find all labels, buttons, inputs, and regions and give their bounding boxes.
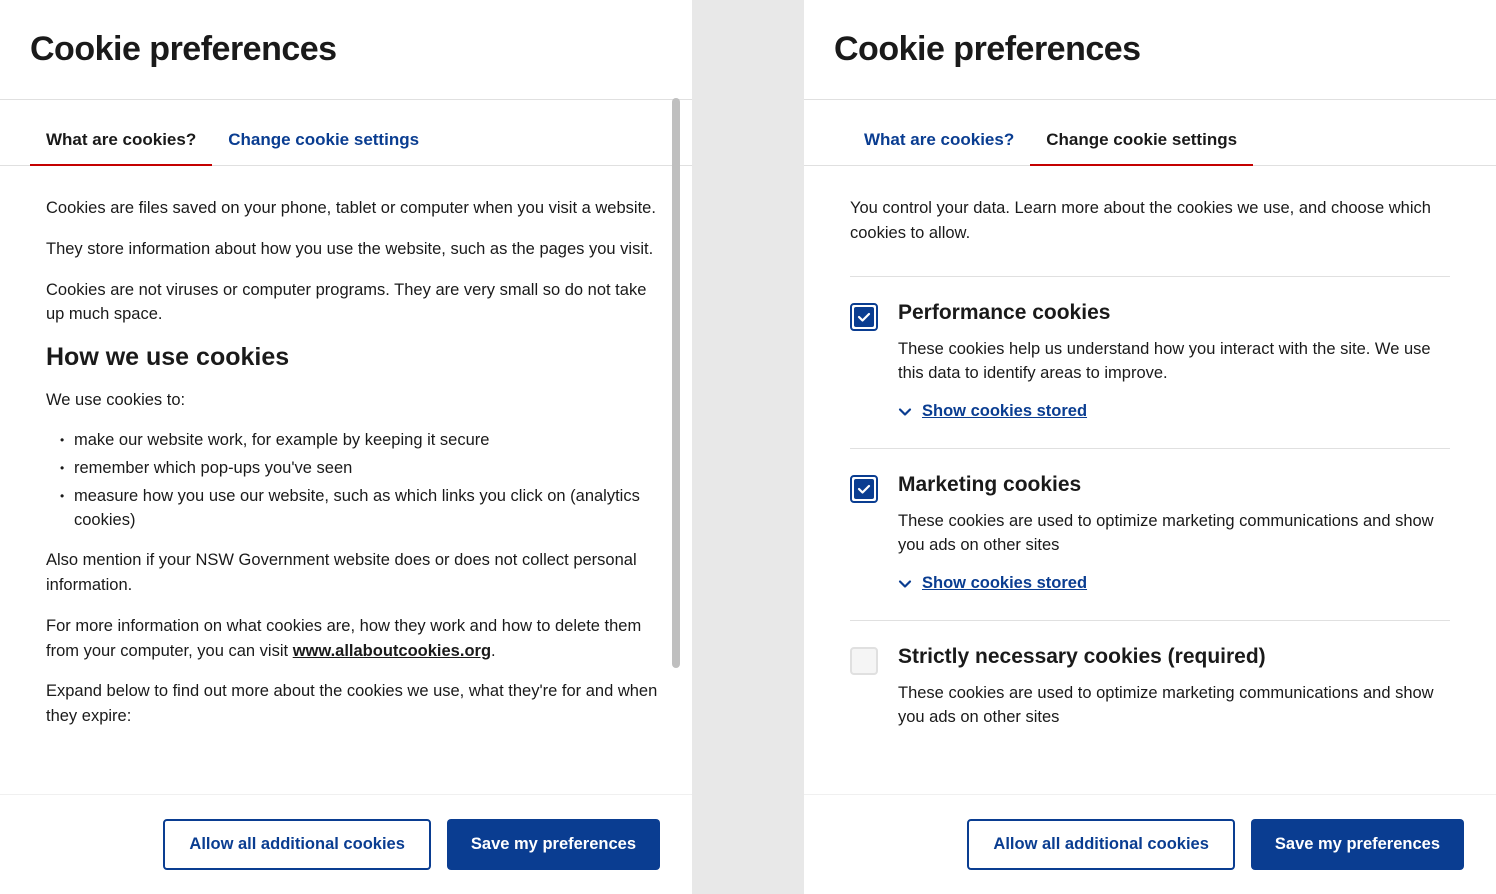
show-cookies-link[interactable]: Show cookies stored bbox=[898, 574, 1087, 593]
paragraph: We use cookies to: bbox=[46, 388, 660, 413]
intro-text: You control your data. Learn more about … bbox=[850, 196, 1450, 246]
panel-title: Cookie preferences bbox=[834, 30, 1466, 69]
scrollbar-thumb[interactable] bbox=[672, 98, 680, 668]
panel-body: You control your data. Learn more about … bbox=[804, 166, 1496, 794]
allow-all-button[interactable]: Allow all additional cookies bbox=[967, 819, 1234, 870]
tab-change-settings[interactable]: Change cookie settings bbox=[1030, 130, 1253, 166]
checkmark-icon bbox=[857, 310, 871, 324]
checkbox-wrap bbox=[850, 301, 878, 424]
tabs: What are cookies? Change cookie settings bbox=[0, 130, 692, 166]
tab-change-settings[interactable]: Change cookie settings bbox=[212, 130, 435, 166]
panel-body[interactable]: Cookies are files saved on your phone, t… bbox=[0, 166, 692, 794]
show-cookies-text: Show cookies stored bbox=[922, 402, 1087, 421]
cookie-content: Strictly necessary cookies (required) Th… bbox=[898, 645, 1450, 747]
checkbox-performance[interactable] bbox=[850, 303, 878, 331]
panel-divider bbox=[692, 0, 714, 894]
cookie-desc: These cookies are used to optimize marke… bbox=[898, 681, 1450, 731]
checkmark-icon bbox=[857, 482, 871, 496]
tab-what-are-cookies[interactable]: What are cookies? bbox=[30, 130, 212, 166]
tabs: What are cookies? Change cookie settings bbox=[804, 130, 1496, 166]
external-link[interactable]: www.allaboutcookies.org bbox=[293, 642, 491, 660]
list-item: measure how you use our website, such as… bbox=[60, 485, 660, 533]
chevron-down-icon bbox=[898, 405, 912, 419]
allow-all-button[interactable]: Allow all additional cookies bbox=[163, 819, 430, 870]
cookie-section-performance: Performance cookies These cookies help u… bbox=[850, 276, 1450, 448]
cookie-content: Performance cookies These cookies help u… bbox=[898, 301, 1450, 424]
list-item: make our website work, for example by ke… bbox=[60, 429, 660, 453]
bullet-list: make our website work, for example by ke… bbox=[46, 429, 660, 533]
section-heading: How we use cookies bbox=[46, 343, 660, 372]
cookie-title: Strictly necessary cookies (required) bbox=[898, 645, 1450, 669]
panel-footer: Allow all additional cookies Save my pre… bbox=[804, 794, 1496, 894]
cookie-section-marketing: Marketing cookies These cookies are used… bbox=[850, 448, 1450, 620]
paragraph: Also mention if your NSW Government webs… bbox=[46, 548, 660, 598]
checkbox-wrap bbox=[850, 473, 878, 596]
panel-header: Cookie preferences bbox=[804, 0, 1496, 100]
cookie-desc: These cookies are used to optimize marke… bbox=[898, 509, 1450, 559]
paragraph: Cookies are not viruses or computer prog… bbox=[46, 278, 660, 328]
cookie-desc: These cookies help us understand how you… bbox=[898, 337, 1450, 387]
paragraph: For more information on what cookies are… bbox=[46, 614, 660, 664]
text-span: . bbox=[491, 642, 496, 660]
show-cookies-text: Show cookies stored bbox=[922, 574, 1087, 593]
save-preferences-button[interactable]: Save my preferences bbox=[447, 819, 660, 870]
cookie-title: Performance cookies bbox=[898, 301, 1450, 325]
scrollbar[interactable] bbox=[672, 98, 680, 698]
checkbox-necessary bbox=[850, 647, 878, 675]
cookie-panel-left: Cookie preferences What are cookies? Cha… bbox=[0, 0, 692, 894]
show-cookies-link[interactable]: Show cookies stored bbox=[898, 402, 1087, 421]
panel-footer: Allow all additional cookies Save my pre… bbox=[0, 794, 692, 894]
tab-what-are-cookies[interactable]: What are cookies? bbox=[848, 130, 1030, 166]
cookie-content: Marketing cookies These cookies are used… bbox=[898, 473, 1450, 596]
panel-title: Cookie preferences bbox=[30, 30, 662, 69]
cookie-section-necessary: Strictly necessary cookies (required) Th… bbox=[850, 620, 1450, 771]
cookie-title: Marketing cookies bbox=[898, 473, 1450, 497]
checkbox-marketing[interactable] bbox=[850, 475, 878, 503]
paragraph: Cookies are files saved on your phone, t… bbox=[46, 196, 660, 221]
panel-header: Cookie preferences bbox=[0, 0, 692, 100]
paragraph: They store information about how you use… bbox=[46, 237, 660, 262]
save-preferences-button[interactable]: Save my preferences bbox=[1251, 819, 1464, 870]
chevron-down-icon bbox=[898, 577, 912, 591]
paragraph: Expand below to find out more about the … bbox=[46, 679, 660, 729]
checkbox-wrap bbox=[850, 645, 878, 747]
list-item: remember which pop-ups you've seen bbox=[60, 457, 660, 481]
cookie-panel-right: Cookie preferences What are cookies? Cha… bbox=[804, 0, 1496, 894]
